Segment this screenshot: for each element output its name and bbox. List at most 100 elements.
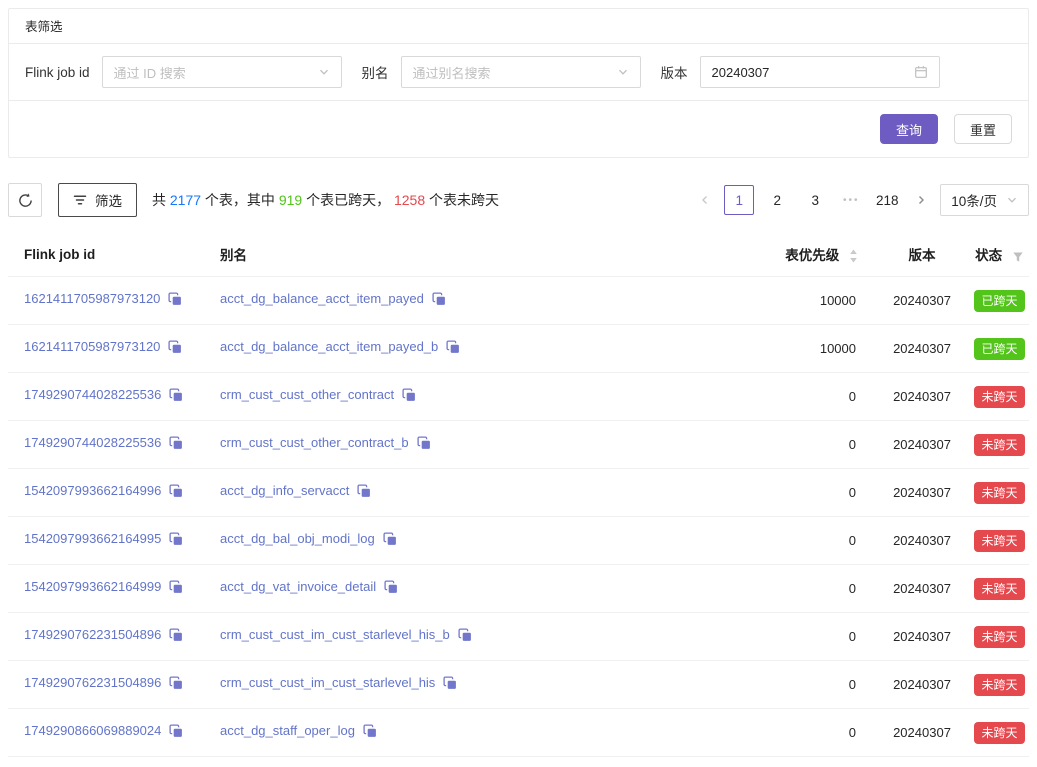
copy-icon[interactable] (169, 579, 183, 601)
copy-icon[interactable] (169, 483, 183, 505)
header-version-label: 版本 (909, 248, 936, 263)
status-badge: 未跨天 (974, 386, 1024, 408)
copy-icon[interactable] (169, 723, 183, 745)
status-badge: 未跨天 (974, 482, 1024, 504)
cell-alias: acct_dg_balance_acct_item_payed_b (204, 325, 664, 373)
prev-page-button[interactable] (694, 185, 716, 215)
row-alias-link[interactable]: crm_cust_cust_im_cust_starlevel_his (220, 675, 435, 690)
copy-icon[interactable] (458, 627, 472, 649)
row-alias-link[interactable]: crm_cust_cust_other_contract_b (220, 435, 409, 450)
copy-icon[interactable] (169, 531, 183, 553)
chevron-down-icon (1006, 194, 1018, 206)
table-row: 1749290744028225536 crm_cust_cust_other_… (8, 421, 1029, 469)
row-flink-job-id-link[interactable]: 1621411705987973120 (24, 339, 160, 354)
row-flink-job-id-link[interactable]: 1749290744028225536 (24, 435, 161, 450)
copy-icon[interactable] (169, 627, 183, 649)
header-alias-label: 别名 (220, 248, 247, 263)
alias-select[interactable]: 通过别名搜索 (401, 56, 641, 88)
page: 表筛选 Flink job id 通过 ID 搜索 别名 通过别名搜索 (0, 0, 1037, 767)
version-date-input[interactable] (712, 65, 908, 80)
cell-priority: 0 (664, 421, 874, 469)
cell-alias: crm_cust_cust_other_contract_b (204, 421, 664, 469)
header-status[interactable]: 状态 (970, 232, 1029, 277)
copy-icon[interactable] (168, 291, 182, 313)
cell-flink-job-id: 1749290762231504896 (8, 661, 204, 709)
column-filter-icon[interactable] (1012, 251, 1024, 263)
version-date-picker[interactable] (700, 56, 940, 88)
cell-flink-job-id: 1542097993662164999 (8, 565, 204, 613)
header-priority[interactable]: 表优先级 (664, 232, 874, 277)
copy-icon[interactable] (363, 723, 377, 745)
copy-icon[interactable] (169, 435, 183, 457)
refresh-button[interactable] (8, 183, 42, 217)
row-version: 20240307 (893, 389, 951, 404)
row-alias-link[interactable]: acct_dg_balance_acct_item_payed_b (220, 339, 438, 354)
cell-status: 未跨天 (970, 661, 1029, 709)
status-badge: 已跨天 (974, 290, 1024, 312)
row-flink-job-id-link[interactable]: 1542097993662164999 (24, 579, 161, 594)
reset-button[interactable]: 重置 (954, 114, 1012, 144)
copy-icon[interactable] (357, 483, 371, 505)
page-button-last[interactable]: 218 (872, 185, 902, 215)
row-alias-link[interactable]: acct_dg_bal_obj_modi_log (220, 531, 375, 546)
copy-icon[interactable] (402, 387, 416, 409)
table-row: 1749290762231504896 crm_cust_cust_im_cus… (8, 661, 1029, 709)
filter-panel-title: 表筛选 (9, 9, 1028, 44)
page-ellipsis[interactable]: ••• (838, 195, 864, 206)
query-button[interactable]: 查询 (880, 114, 938, 144)
row-priority: 0 (849, 533, 856, 548)
copy-icon[interactable] (168, 339, 182, 361)
table-row: 1749290744028225536 crm_cust_cust_other_… (8, 373, 1029, 421)
cell-priority: 0 (664, 661, 874, 709)
row-version: 20240307 (893, 485, 951, 500)
row-version: 20240307 (893, 677, 951, 692)
row-alias-link[interactable]: acct_dg_info_servacct (220, 483, 349, 498)
cell-flink-job-id: 1749290744028225536 (8, 421, 204, 469)
row-priority: 0 (849, 581, 856, 596)
row-flink-job-id-link[interactable]: 1542097993662164996 (24, 483, 161, 498)
row-alias-link[interactable]: acct_dg_staff_oper_log (220, 723, 355, 738)
field-flink-job-id: Flink job id 通过 ID 搜索 (25, 56, 342, 88)
row-alias-link[interactable]: crm_cust_cust_other_contract (220, 387, 394, 402)
page-size-label: 10条/页 (951, 190, 997, 210)
cell-alias: acct_dg_bal_obj_modi_log (204, 517, 664, 565)
row-priority: 10000 (820, 341, 856, 356)
page-button-3[interactable]: 3 (800, 185, 830, 215)
copy-icon[interactable] (417, 435, 431, 457)
cell-priority: 0 (664, 565, 874, 613)
row-flink-job-id-link[interactable]: 1749290744028225536 (24, 387, 161, 402)
row-flink-job-id-link[interactable]: 1542097993662164995 (24, 531, 161, 546)
row-flink-job-id-link[interactable]: 1749290866069889024 (24, 723, 161, 738)
flink-job-id-select[interactable]: 通过 ID 搜索 (102, 56, 342, 88)
status-badge: 未跨天 (974, 530, 1024, 552)
filter-lines-icon (73, 193, 87, 207)
row-priority: 0 (849, 437, 856, 452)
copy-icon[interactable] (383, 531, 397, 553)
chevron-down-icon (318, 66, 330, 78)
row-alias-link[interactable]: acct_dg_vat_invoice_detail (220, 579, 376, 594)
filter-toggle-button[interactable]: 筛选 (58, 183, 137, 217)
page-size-select[interactable]: 10条/页 (940, 184, 1029, 216)
cell-flink-job-id: 1749290762231504896 (8, 613, 204, 661)
copy-icon[interactable] (446, 339, 460, 361)
row-alias-link[interactable]: crm_cust_cust_im_cust_starlevel_his_b (220, 627, 450, 642)
row-alias-link[interactable]: acct_dg_balance_acct_item_payed (220, 291, 424, 306)
filter-actions: 查询 重置 (9, 101, 1028, 157)
page-button-2[interactable]: 2 (762, 185, 792, 215)
next-page-button[interactable] (910, 185, 932, 215)
cell-status: 未跨天 (970, 613, 1029, 661)
copy-icon[interactable] (169, 387, 183, 409)
table-row: 1749290866069889024 acct_dg_staff_oper_l… (8, 709, 1029, 757)
sorter-icon[interactable] (849, 248, 858, 264)
row-flink-job-id-link[interactable]: 1749290762231504896 (24, 675, 161, 690)
copy-icon[interactable] (432, 291, 446, 313)
copy-icon[interactable] (443, 675, 457, 697)
page-button-1[interactable]: 1 (724, 185, 754, 215)
cell-alias: crm_cust_cust_im_cust_starlevel_his (204, 661, 664, 709)
copy-icon[interactable] (384, 579, 398, 601)
row-priority: 0 (849, 725, 856, 740)
row-flink-job-id-link[interactable]: 1749290762231504896 (24, 627, 161, 642)
row-flink-job-id-link[interactable]: 1621411705987973120 (24, 291, 160, 306)
header-alias: 别名 (204, 232, 664, 277)
copy-icon[interactable] (169, 675, 183, 697)
